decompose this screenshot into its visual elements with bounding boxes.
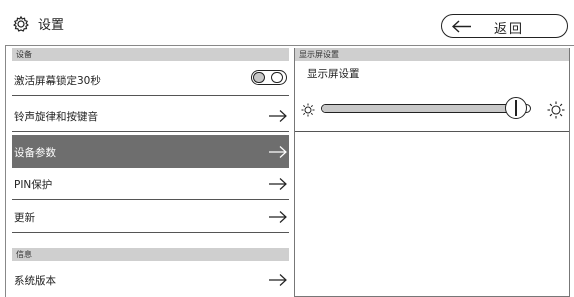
arrow-right-icon <box>269 178 287 190</box>
brightness-high-icon <box>547 101 565 119</box>
section-header-info: 信息 <box>12 248 289 261</box>
row-ringtone[interactable]: 铃声旋律和按键音 <box>12 100 289 132</box>
brightness-slider-row <box>295 96 569 124</box>
row-label: 设备参数 <box>14 147 56 159</box>
arrow-right-icon <box>269 110 287 122</box>
gear-icon <box>13 15 29 32</box>
divider <box>12 95 289 96</box>
arrow-right-icon <box>269 211 287 223</box>
row-label: 更新 <box>14 212 35 224</box>
section-header-device: 设备 <box>12 48 289 61</box>
slider-thumb[interactable] <box>505 97 528 119</box>
row-label: 激活屏幕锁定30秒 <box>14 75 101 87</box>
section-header-display: 显示屏设置 <box>295 48 569 61</box>
arrow-left-icon <box>452 20 471 33</box>
row-screen-lock[interactable]: 激活屏幕锁定30秒 <box>12 64 289 96</box>
row-system-version[interactable]: 系统版本 <box>12 264 289 296</box>
row-device-params[interactable]: 设备参数 <box>12 135 289 168</box>
divider <box>12 131 289 132</box>
row-update[interactable]: 更新 <box>12 201 289 233</box>
brightness-low-icon <box>301 103 315 117</box>
divider <box>12 199 289 200</box>
display-settings-title: 显示屏设置 <box>307 68 360 80</box>
slider-thumb-grip <box>515 100 518 116</box>
row-pin-protection[interactable]: PIN保护 <box>12 168 289 200</box>
row-label: 系统版本 <box>14 275 56 287</box>
back-button-label: 返回 <box>494 22 525 37</box>
display-settings-panel: 显示屏设置 显示屏设置 <box>294 48 570 297</box>
back-button[interactable]: 返回 <box>441 14 568 38</box>
slider-fill <box>322 105 518 112</box>
divider <box>12 232 289 233</box>
page-title: 设置 <box>38 18 65 33</box>
arrow-right-icon <box>269 274 287 286</box>
header: 设置 返回 <box>0 0 574 46</box>
row-label: 铃声旋律和按键音 <box>14 111 98 123</box>
row-label: PIN保护 <box>14 179 53 191</box>
toggle-knob <box>253 72 265 83</box>
divider <box>295 131 569 132</box>
toggle-off-indicator <box>271 72 283 83</box>
settings-list: 设备 激活屏幕锁定30秒 铃声旋律和按键音 设备参数 PIN保护 更新 信息 系… <box>12 48 289 297</box>
brightness-slider[interactable] <box>321 104 531 113</box>
arrow-right-icon <box>269 146 287 158</box>
screen-lock-toggle[interactable] <box>251 70 287 85</box>
